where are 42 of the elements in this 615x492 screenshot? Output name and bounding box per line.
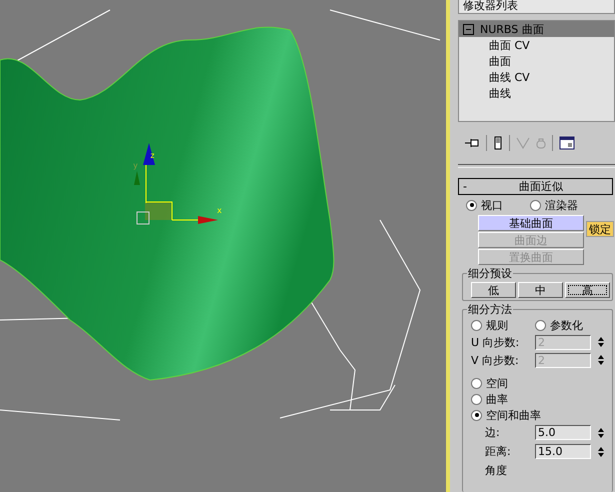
lock-button[interactable]: 锁定 bbox=[586, 221, 614, 237]
radio-button[interactable]: 视口 bbox=[466, 198, 526, 212]
spinner-arrows-icon[interactable] bbox=[597, 335, 605, 349]
preset-button[interactable]: 低 bbox=[471, 282, 516, 298]
field-label: 距离: bbox=[485, 444, 512, 459]
field-label: 角度 bbox=[485, 463, 508, 478]
value-field[interactable]: 15.0 bbox=[535, 444, 591, 459]
rollout-title: 曲面近似 bbox=[519, 179, 563, 194]
configure-icon[interactable] bbox=[559, 136, 575, 150]
collapse-icon[interactable] bbox=[463, 24, 474, 34]
modifier-list-dropdown[interactable]: 修改器列表 bbox=[458, 0, 615, 14]
axis-label: z bbox=[150, 151, 155, 160]
radio-button[interactable]: 渲染器 bbox=[530, 198, 590, 212]
stack-item[interactable]: NURBS 曲面 bbox=[459, 21, 614, 37]
collapse-toggle[interactable]: - bbox=[459, 180, 487, 193]
radio-button[interactable]: 空间 bbox=[471, 376, 508, 390]
radio-button[interactable]: 空间和曲率 bbox=[471, 408, 541, 422]
spinner-arrows-icon[interactable] bbox=[597, 444, 605, 458]
rollout-header[interactable]: - 曲面近似 bbox=[458, 178, 613, 195]
preset-button[interactable]: 高 bbox=[565, 282, 610, 298]
field-label: U 向步数: bbox=[471, 334, 520, 350]
field-label: V 向步数: bbox=[471, 352, 520, 368]
preset-button[interactable]: 中 bbox=[518, 282, 563, 298]
spinner-arrows-icon[interactable] bbox=[597, 426, 605, 440]
axis-label: y bbox=[133, 161, 138, 170]
axis-label: x bbox=[217, 206, 222, 215]
stack-sub-item[interactable]: 曲线 CV bbox=[459, 69, 614, 85]
field-label: 边: bbox=[485, 425, 501, 440]
stack-sub-item[interactable]: 曲面 CV bbox=[459, 37, 614, 53]
stack-sub-item[interactable]: 曲面 bbox=[459, 53, 614, 69]
stack-sub-item[interactable]: 曲线 bbox=[459, 85, 614, 101]
bar-icon[interactable] bbox=[493, 136, 503, 150]
value-field[interactable]: 5.0 bbox=[535, 425, 591, 440]
surface-button[interactable]: 基础曲面 bbox=[478, 215, 584, 231]
radio-button[interactable]: 规则 bbox=[471, 318, 531, 333]
transform-gizmo-icon bbox=[134, 143, 218, 224]
group-title: 细分方法 bbox=[467, 302, 513, 317]
spinner-arrows-icon[interactable] bbox=[597, 353, 605, 367]
radio-button[interactable]: 参数化 bbox=[535, 318, 595, 333]
group-title: 细分预设 bbox=[467, 266, 513, 281]
pin-icon[interactable] bbox=[464, 137, 480, 149]
radio-button[interactable]: 曲率 bbox=[471, 392, 508, 406]
